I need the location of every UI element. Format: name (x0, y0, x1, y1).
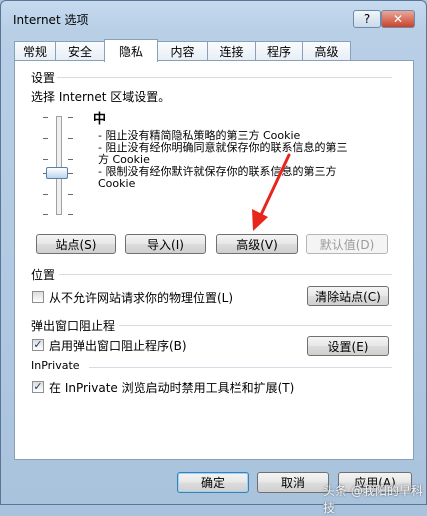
popup-checkbox-label: 启用弹出窗口阻止程序(B) (49, 339, 187, 353)
tab-security[interactable]: 安全 (55, 41, 105, 60)
privacy-panel (14, 60, 414, 460)
privacy-slider-thumb[interactable] (46, 167, 68, 179)
privacy-level: 中 (93, 112, 107, 127)
desc-line: Cookie (98, 177, 136, 190)
import-button[interactable]: 导入(I) (125, 234, 206, 254)
location-checkbox[interactable] (32, 291, 44, 303)
inprivate-divider (89, 367, 392, 368)
tab-privacy[interactable]: 隐私 (104, 39, 158, 62)
inprivate-group-label: InPrivate (31, 359, 80, 372)
privacy-description: - 阻止没有精简隐私策略的第三方 Cookie - 阻止没有经你明确同意就保存你… (98, 130, 347, 190)
tab-connections[interactable]: 连接 (207, 41, 256, 60)
tab-content[interactable]: 内容 (157, 41, 208, 60)
clear-sites-button[interactable]: 清除站点(C) (307, 286, 389, 306)
inprivate-checkbox-label: 在 InPrivate 浏览启动时禁用工具栏和扩展(T) (49, 381, 295, 395)
inprivate-checkbox[interactable]: ✓ (32, 381, 44, 393)
close-button[interactable]: ✕ (381, 10, 415, 28)
slider-ticks (43, 114, 73, 218)
internet-options-window: Internet 选项 ? ✕ 常规 安全 隐私 内容 连接 程序 高级 设置 … (0, 0, 427, 515)
watermark-text: 头条 @我阳的早科技 (323, 484, 423, 515)
red-annotation-arrow-icon (252, 153, 291, 231)
zone-prompt: 选择 Internet 区域设置。 (31, 90, 171, 104)
popup-settings-button[interactable]: 设置(E) (307, 336, 389, 356)
tab-advanced[interactable]: 高级 (302, 41, 351, 60)
location-checkbox-label: 从不允许网站请求你的物理位置(L) (49, 291, 234, 305)
settings-divider (57, 77, 392, 78)
advanced-button[interactable]: 高级(V) (216, 234, 298, 254)
location-group-label: 位置 (31, 268, 56, 282)
popup-divider (119, 325, 392, 326)
window-title: Internet 选项 (13, 13, 89, 27)
popup-group-label: 弹出窗口阻止程 (31, 319, 116, 333)
location-divider (59, 274, 392, 275)
cancel-button[interactable]: 取消 (257, 472, 329, 493)
help-button[interactable]: ? (353, 10, 381, 28)
default-button[interactable]: 默认值(D) (306, 234, 388, 254)
desc-line: - 限制没有经你默许就保存你的联系信息的第三方 (98, 165, 337, 178)
tab-general[interactable]: 常规 (14, 41, 56, 60)
settings-group-label: 设置 (31, 71, 56, 85)
tab-programs[interactable]: 程序 (255, 41, 303, 60)
ok-button[interactable]: 确定 (177, 472, 249, 493)
popup-checkbox[interactable]: ✓ (32, 339, 44, 351)
sites-button[interactable]: 站点(S) (36, 234, 116, 254)
